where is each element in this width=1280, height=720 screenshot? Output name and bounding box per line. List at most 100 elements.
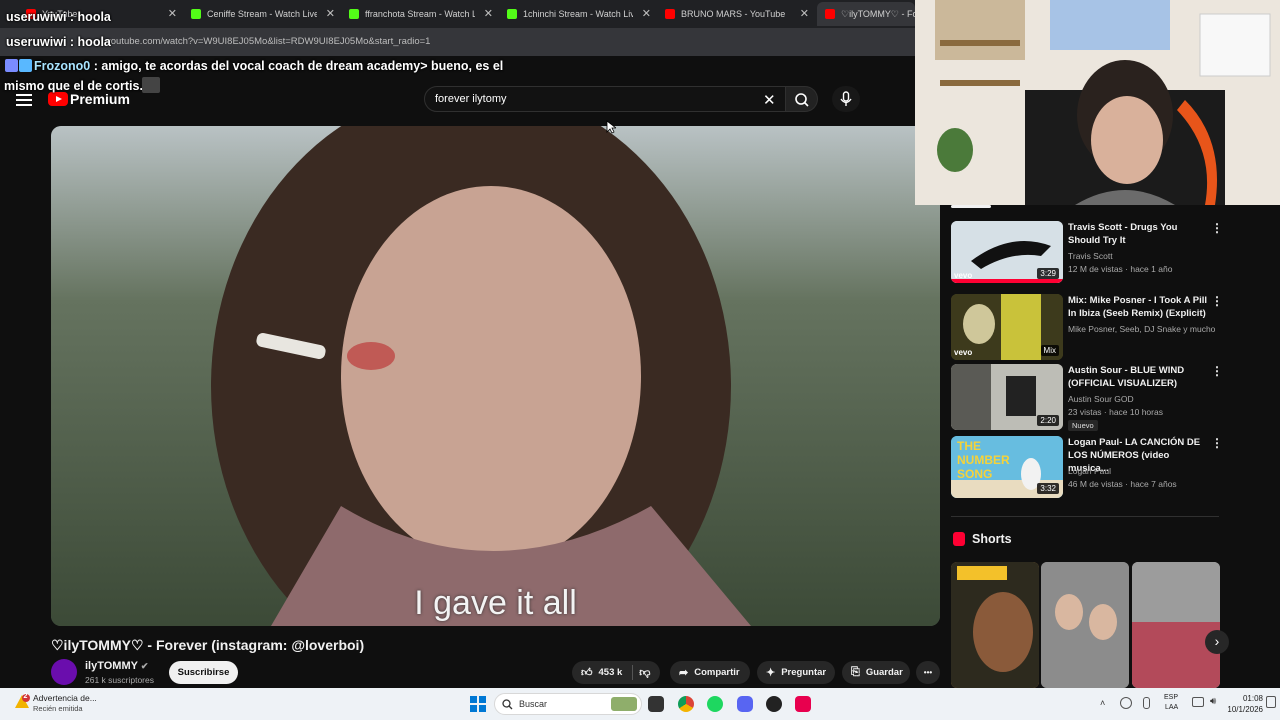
recommendation-item[interactable]: vevo 3:29 Travis Scott - Drugs You Shoul… — [951, 221, 1223, 283]
spotify-icon[interactable] — [707, 696, 723, 712]
recommendation-stats: 46 M de vistas · hace 7 años — [1068, 479, 1177, 489]
kick-icon — [191, 9, 201, 19]
more-options-icon[interactable]: ⋮ — [1211, 436, 1223, 450]
short-item[interactable] — [951, 562, 1039, 688]
short-item[interactable] — [1132, 562, 1220, 688]
tab-kick-1chinchi[interactable]: 1chinchi Stream - Watch Live o ✕ — [499, 2, 657, 26]
close-tab-icon[interactable]: ✕ — [484, 7, 493, 20]
ask-button[interactable]: ✦ Preguntar — [757, 661, 835, 684]
input-language[interactable]: ESP — [1164, 694, 1178, 701]
mouse-cursor-icon — [606, 120, 616, 134]
clear-search-icon[interactable]: ✕ — [763, 91, 776, 109]
youtube-icon — [825, 9, 835, 19]
menu-icon[interactable] — [16, 94, 32, 106]
clock-time[interactable]: 01:08 — [1227, 694, 1263, 703]
recommendation-item[interactable]: 2:20 Austin Sour - BLUE WIND (OFFICIAL V… — [951, 364, 1223, 431]
close-tab-icon[interactable]: ✕ — [642, 7, 651, 20]
thumbs-up-icon[interactable]: 👍︎ — [581, 666, 593, 679]
volume-icon[interactable]: 🔊︎ — [1210, 696, 1216, 707]
taskbar-search[interactable]: Buscar — [494, 693, 642, 715]
close-tab-icon[interactable]: ✕ — [168, 7, 177, 20]
file-explorer-icon[interactable] — [648, 696, 664, 712]
more-options-icon[interactable]: ⋮ — [1211, 364, 1223, 378]
recommendation-title[interactable]: Mix: Mike Posner - I Took A Pill In Ibiz… — [1068, 294, 1208, 320]
video-caption: I gave it all — [414, 584, 577, 622]
network-icon[interactable] — [1120, 697, 1132, 709]
tab-ilytommy-active[interactable]: ♡ilyTOMMY♡ - Forev — [817, 2, 915, 26]
channel-avatar[interactable] — [51, 659, 77, 685]
recommendation-title[interactable]: Travis Scott - Drugs You Should Try It — [1068, 221, 1208, 247]
kick-icon — [349, 9, 359, 19]
video-thumbnail[interactable]: vevo Mix — [951, 294, 1063, 360]
video-player[interactable]: I gave it all — [51, 126, 940, 626]
address-bar[interactable]: youtube.com/watch?v=W9UI8EJ05Mo&list=RDW… — [0, 28, 915, 56]
svg-text:NUMBER: NUMBER — [957, 453, 1010, 467]
tab-kick-ceniffe[interactable]: Ceniffe Stream - Watch Live on ✕ — [183, 2, 341, 26]
obs-icon[interactable] — [766, 696, 782, 712]
tab-bruno-mars[interactable]: BRUNO MARS - YouTube ✕ — [657, 2, 815, 26]
close-tab-icon[interactable]: ✕ — [326, 7, 335, 20]
recommendation-title[interactable]: Austin Sour - BLUE WIND (OFFICIAL VISUAL… — [1068, 364, 1208, 390]
divider — [632, 665, 634, 680]
more-options-icon[interactable]: ⋮ — [1211, 221, 1223, 235]
more-actions-button[interactable]: ••• — [916, 661, 940, 684]
notification-count: 2 — [23, 693, 28, 700]
youtube-logo-icon[interactable] — [48, 92, 68, 106]
url-text: youtube.com/watch?v=W9UI8EJ05Mo&list=RDW… — [106, 36, 431, 47]
search-query-text: forever ilytomy — [435, 93, 507, 105]
video-thumbnail[interactable]: THE NUMBER SONG 3:32 — [951, 436, 1063, 498]
tab-kick-ffranchota[interactable]: ffranchota Stream - Watch Live ✕ — [341, 2, 499, 26]
input-layout[interactable]: LAA — [1165, 704, 1178, 711]
shorts-icon — [953, 532, 965, 546]
chat-message: useruwiwi : hoola — [6, 35, 111, 49]
discord-icon[interactable] — [737, 696, 753, 712]
search-highlight-icon — [611, 697, 637, 711]
short-thumbnail — [951, 562, 1039, 688]
chat-badge-icon — [5, 59, 18, 72]
clock-date[interactable]: 10/1/2026 — [1218, 705, 1263, 714]
voice-search-button[interactable] — [832, 86, 860, 112]
close-tab-icon[interactable]: ✕ — [800, 7, 809, 20]
windows-start-icon[interactable] — [470, 696, 486, 712]
verified-icon: ✔ — [140, 661, 149, 671]
subscribe-button[interactable]: Suscribirse — [169, 661, 238, 684]
share-button[interactable]: ➦ Compartir — [670, 661, 750, 684]
recommendation-item[interactable]: THE NUMBER SONG 3:32 Logan Paul- LA CANC… — [951, 436, 1223, 498]
recommendation-item[interactable]: vevo Mix Mix: Mike Posner - I Took A Pil… — [951, 294, 1223, 360]
shorts-next-button[interactable]: › — [1205, 630, 1229, 654]
video-title: ♡ilyTOMMY♡ - Forever (instagram: @loverb… — [51, 637, 365, 653]
recommendation-channel: Mike Posner, Seeb, DJ Snake y muchos ... — [1068, 324, 1215, 334]
short-item[interactable] — [1041, 562, 1129, 688]
thumbs-down-icon[interactable]: 👎︎ — [639, 666, 650, 679]
notification-title[interactable]: Advertencia de... — [33, 693, 97, 703]
notifications-icon[interactable] — [1266, 696, 1276, 708]
more-options-icon[interactable]: ⋮ — [1211, 294, 1223, 308]
notification-subtitle: Recién emitida — [33, 704, 83, 713]
webcam-image — [915, 0, 1280, 205]
video-thumbnail[interactable]: vevo 3:29 — [951, 221, 1063, 283]
divider — [951, 516, 1219, 517]
recommendation-channel: Travis Scott — [1068, 251, 1113, 261]
chevron-up-icon[interactable]: ˄ — [1100, 698, 1105, 708]
video-thumbnail[interactable]: 2:20 — [951, 364, 1063, 430]
channel-name[interactable]: ilyTOMMY ✔ — [85, 660, 148, 672]
search-button[interactable] — [786, 86, 818, 112]
chip-partial — [951, 205, 991, 208]
chrome-icon[interactable] — [678, 696, 694, 712]
microphone-icon[interactable] — [1143, 697, 1150, 709]
chat-message: Frozono0 : amigo, te acordas del vocal c… — [34, 59, 504, 73]
sparkle-icon: ✦ — [766, 667, 776, 679]
display-icon[interactable] — [1192, 697, 1204, 707]
new-badge: Nuevo — [1068, 420, 1098, 431]
save-button[interactable]: ⎘ Guardar — [842, 661, 910, 684]
chat-message: useruwiwi : hoola — [6, 10, 111, 24]
kick-icon — [507, 9, 517, 19]
microphone-icon — [840, 91, 852, 106]
tiktok-icon[interactable] — [795, 696, 811, 712]
recommendation-channel: Logan Paul — [1068, 466, 1112, 476]
notification-warning-icon[interactable]: 2 — [14, 693, 30, 710]
like-count[interactable]: 453 k — [599, 667, 623, 678]
recommendation-stats: 23 vistas · hace 10 horas — [1068, 407, 1163, 417]
search-input[interactable]: forever ilytomy ✕ — [424, 86, 786, 112]
channel-subscriber-count: 261 k suscriptores — [85, 675, 154, 685]
